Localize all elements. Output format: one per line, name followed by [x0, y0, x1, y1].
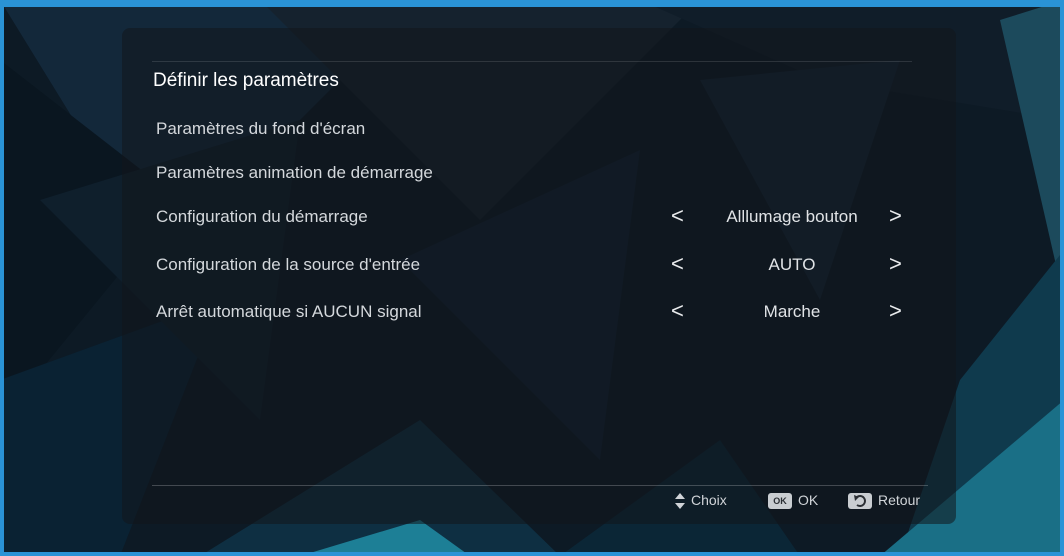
menu-item-wallpaper-settings[interactable]: Paramètres du fond d'écran: [156, 114, 916, 144]
footer-choice-label: Choix: [691, 492, 727, 508]
ok-key-icon: OK: [768, 493, 792, 510]
menu-item-label: Configuration de la source d'entrée: [156, 255, 421, 274]
option-value: AUTO: [768, 255, 816, 274]
menu-item-label: Configuration du démarrage: [156, 207, 368, 226]
footer-ok-label: OK: [798, 492, 819, 508]
chevron-left-icon[interactable]: <: [671, 250, 684, 278]
footer-hint-ok: OK OK: [768, 488, 818, 512]
menu-item-startup-config[interactable]: Configuration du démarrage < Alllumage b…: [156, 202, 916, 232]
menu-item-auto-power-off[interactable]: Arrêt automatique si AUCUN signal < Marc…: [156, 297, 916, 327]
menu-item-input-source[interactable]: Configuration de la source d'entrée < AU…: [156, 250, 916, 280]
chevron-right-icon[interactable]: >: [889, 250, 902, 278]
footer-hint-choice: Choix: [675, 488, 727, 512]
page-title: Définir les paramètres: [153, 70, 339, 91]
menu-item-label: Paramètres animation de démarrage: [156, 163, 433, 182]
chevron-right-icon[interactable]: >: [889, 297, 902, 325]
menu-item-label: Arrêt automatique si AUCUN signal: [156, 302, 422, 321]
chevron-left-icon[interactable]: <: [671, 202, 684, 230]
title-divider: [152, 61, 912, 62]
footer-divider: [152, 485, 928, 486]
menu-item-startup-animation[interactable]: Paramètres animation de démarrage: [156, 158, 916, 188]
chevron-left-icon[interactable]: <: [671, 297, 684, 325]
option-value: Alllumage bouton: [726, 207, 858, 226]
menu-item-label: Paramètres du fond d'écran: [156, 119, 366, 138]
footer-hint-back: Retour: [848, 488, 920, 512]
up-down-arrows-icon: [675, 493, 685, 510]
footer-back-label: Retour: [878, 492, 921, 508]
option-value: Marche: [763, 302, 821, 321]
chevron-right-icon[interactable]: >: [889, 202, 902, 230]
return-arrow-icon: [848, 493, 872, 510]
